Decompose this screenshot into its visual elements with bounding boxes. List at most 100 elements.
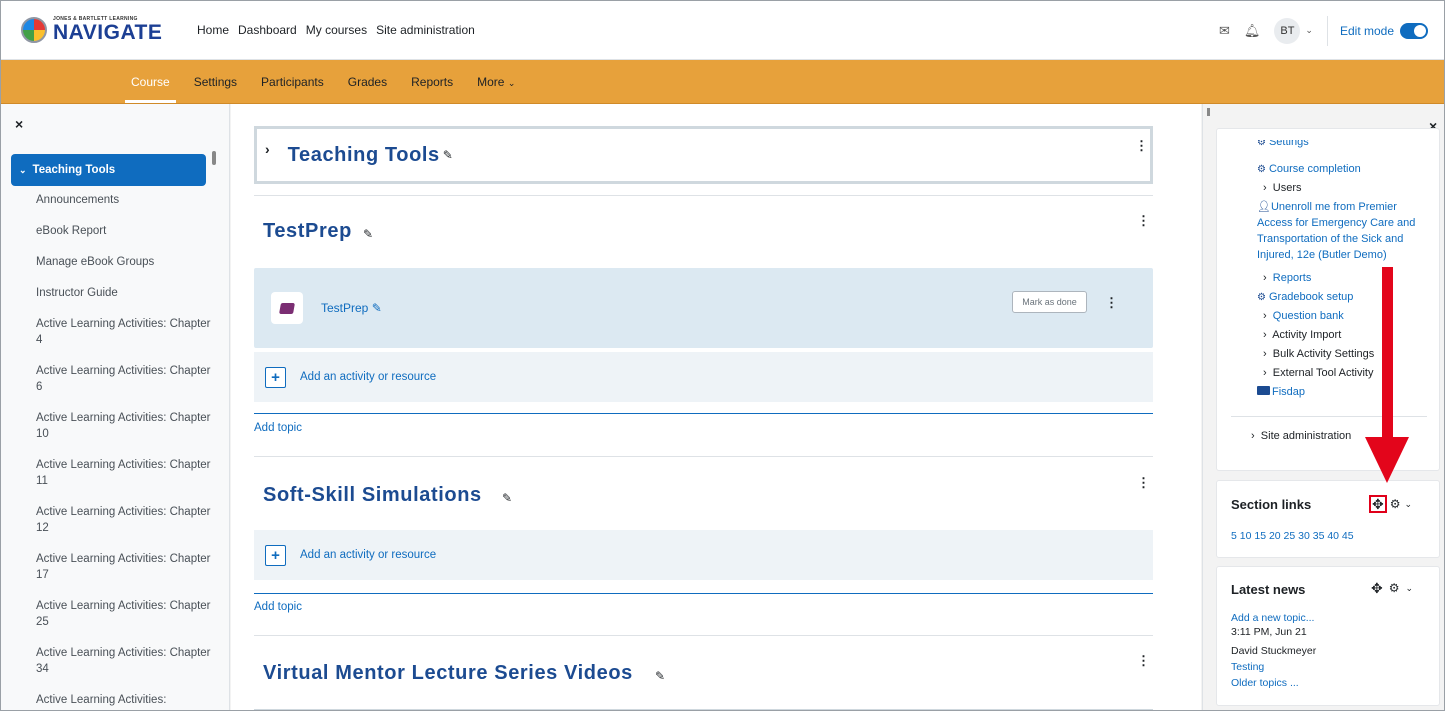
edit-pencil-icon[interactable]: ✎ — [655, 669, 665, 683]
tab-settings[interactable]: Settings — [194, 75, 237, 89]
question-bank-node[interactable]: › Question bank — [1263, 308, 1344, 324]
section-menu-kebab-icon[interactable]: ⋮ — [1135, 139, 1148, 152]
chevron-down-icon[interactable]: ⌄ — [1405, 499, 1413, 510]
section-menu-kebab-icon[interactable]: ⋮ — [1137, 476, 1150, 489]
chevron-down-icon[interactable]: ⌄ — [1406, 583, 1414, 594]
section-divider — [254, 195, 1153, 196]
tree-divider — [1231, 416, 1427, 417]
gear-icon: ⚙ — [1257, 140, 1266, 148]
section-divider — [254, 709, 1153, 710]
section-title[interactable]: Soft-Skill Simulations — [263, 484, 482, 507]
tab-course[interactable]: Course — [125, 75, 176, 103]
browser-frame: JONES & BARTLETT LEARNING NAVIGATE Home … — [0, 0, 1445, 711]
mark-as-done-button[interactable]: Mark as done — [1012, 291, 1087, 313]
user-avatar[interactable]: BT — [1274, 17, 1301, 44]
section-expand-chevron-right-icon[interactable]: › — [265, 141, 270, 157]
primary-nav: Home Dashboard My courses Site administr… — [197, 23, 484, 37]
section-title[interactable]: Teaching Tools — [288, 144, 440, 167]
course-index-item[interactable]: Announcements — [36, 192, 216, 208]
users-label: Users — [1272, 182, 1302, 194]
site-administration-node[interactable]: › Site administration — [1251, 428, 1351, 444]
gradebook-setup-link[interactable]: ⚙ Gradebook setup — [1257, 289, 1353, 306]
external-tool-activity-node[interactable]: › External Tool Activity — [1263, 365, 1373, 381]
gear-icon[interactable]: ⚙ — [1390, 497, 1401, 511]
edit-pencil-icon[interactable]: ✎ — [363, 227, 373, 241]
course-secondary-nav: Course Settings Participants Grades Repo… — [1, 60, 1444, 104]
latest-news-block: Latest news ✥ ⚙ ⌄ Add a new topic... 3:1… — [1216, 566, 1440, 706]
news-topic-link[interactable]: Testing — [1231, 661, 1264, 674]
users-node[interactable]: › Users — [1263, 180, 1302, 196]
right-drawer-scrollbar[interactable] — [1207, 108, 1210, 116]
add-activity-row[interactable]: + Add an activity or resource — [254, 530, 1153, 580]
course-index-item[interactable]: Active Learning Activities: Chapter 6 — [36, 363, 216, 395]
unenroll-line-3: Transportation of the Sick and — [1257, 233, 1404, 245]
course-index-item-teaching-tools[interactable]: ⌄ Teaching Tools — [11, 154, 206, 186]
course-index-item[interactable]: Active Learning Activities: — [36, 692, 216, 708]
tab-participants[interactable]: Participants — [261, 75, 324, 89]
edit-mode-toggle[interactable] — [1400, 22, 1428, 39]
move-block-icon[interactable]: ✥ — [1371, 581, 1383, 595]
nav-dashboard[interactable]: Dashboard — [238, 23, 297, 37]
nav-site-administration[interactable]: Site administration — [376, 23, 475, 37]
nav-my-courses[interactable]: My courses — [306, 23, 367, 37]
nav-home[interactable]: Home — [197, 23, 229, 37]
administration-block: ⚙ Settings ⚙ Course completion › Users 👤︎U… — [1216, 128, 1440, 471]
activity-testprep: TestPrep ✎ Mark as done ⋮ — [254, 268, 1153, 348]
section-menu-kebab-icon[interactable]: ⋮ — [1137, 214, 1150, 227]
course-index-item[interactable]: eBook Report — [36, 223, 216, 239]
add-topic-link[interactable]: Add topic — [254, 601, 302, 613]
course-index-item[interactable]: Active Learning Activities: Chapter 17 — [36, 551, 216, 583]
course-index-item[interactable]: Active Learning Activities: Chapter 10 — [36, 410, 216, 442]
chevron-down-icon: ⌄ — [507, 77, 516, 88]
bulk-activity-settings-node[interactable]: › Bulk Activity Settings — [1263, 346, 1374, 362]
block-controls: ✥ ⚙ ⌄ — [1369, 495, 1412, 513]
unenroll-link[interactable]: 👤︎Unenroll me from Premier Access for Em… — [1257, 199, 1437, 263]
reports-node[interactable]: › Reports — [1263, 270, 1311, 286]
course-index-list: Announcements eBook Report Manage eBook … — [36, 192, 216, 710]
unenroll-line-4: Injured, 12e (Butler Demo) — [1257, 249, 1387, 261]
course-index-item-label: Teaching Tools — [32, 164, 116, 176]
activity-link[interactable]: TestPrep ✎ — [321, 301, 382, 315]
add-activity-row[interactable]: + Add an activity or resource — [254, 352, 1153, 402]
tab-grades[interactable]: Grades — [348, 75, 387, 89]
move-block-icon[interactable]: ✥ — [1369, 495, 1387, 513]
course-completion-link[interactable]: ⚙ Course completion — [1257, 161, 1361, 178]
plus-icon: + — [265, 366, 286, 388]
add-new-topic-link[interactable]: Add a new topic... — [1231, 612, 1314, 625]
chevron-down-icon: ⌄ — [19, 164, 27, 175]
activity-menu-kebab-icon[interactable]: ⋮ — [1105, 296, 1118, 309]
block-drawer: × ⚙ Settings ⚙ Course completion › Users 👤… — [1202, 104, 1444, 710]
course-index-item[interactable]: Active Learning Activities: Chapter 34 — [36, 645, 216, 677]
fisdap-link[interactable]: Fisdap — [1257, 384, 1305, 400]
gradebook-setup-label: Gradebook setup — [1268, 291, 1354, 303]
messages-icon[interactable]: ✉ — [1219, 23, 1230, 39]
older-topics-link[interactable]: Older topics ... — [1231, 677, 1299, 690]
edit-pencil-icon[interactable]: ✎ — [372, 301, 382, 315]
edit-pencil-icon[interactable]: ✎ — [443, 148, 453, 162]
section-menu-kebab-icon[interactable]: ⋮ — [1137, 654, 1150, 667]
course-index-item[interactable]: Manage eBook Groups — [36, 254, 216, 270]
course-index-item[interactable]: Active Learning Activities: Chapter 12 — [36, 504, 216, 536]
course-index-item[interactable]: Active Learning Activities: Chapter 4 — [36, 316, 216, 348]
gear-icon[interactable]: ⚙ — [1389, 581, 1400, 595]
tab-more-label: More — [477, 74, 505, 89]
activity-import-node[interactable]: › Activity Import — [1263, 327, 1341, 343]
section-title[interactable]: TestPrep — [263, 220, 352, 243]
course-index-item[interactable]: Instructor Guide — [36, 285, 216, 301]
close-drawer-icon[interactable]: × — [15, 116, 23, 132]
course-index-item[interactable]: Active Learning Activities: Chapter 25 — [36, 598, 216, 630]
edit-pencil-icon[interactable]: ✎ — [502, 491, 512, 505]
notifications-bell-icon[interactable]: 🔔︎ — [1244, 23, 1261, 39]
left-drawer-scrollbar[interactable] — [212, 151, 216, 165]
add-topic-link[interactable]: Add topic — [254, 422, 302, 434]
course-index-item[interactable]: Active Learning Activities: Chapter 11 — [36, 457, 216, 489]
user-menu-chevron-down-icon[interactable]: ⌄ — [1305, 25, 1313, 36]
tab-reports[interactable]: Reports — [411, 75, 453, 89]
add-topic-divider — [254, 593, 1153, 594]
settings-link[interactable]: ⚙ Settings — [1257, 140, 1309, 148]
section-title[interactable]: Virtual Mentor Lecture Series Videos — [263, 662, 633, 685]
site-logo[interactable]: JONES & BARTLETT LEARNING NAVIGATE — [21, 17, 181, 43]
tab-more[interactable]: More ⌄ — [477, 75, 515, 89]
section-links-list[interactable]: 5 10 15 20 25 30 35 40 45 — [1231, 530, 1354, 542]
edit-mode-label: Edit mode — [1339, 23, 1394, 38]
